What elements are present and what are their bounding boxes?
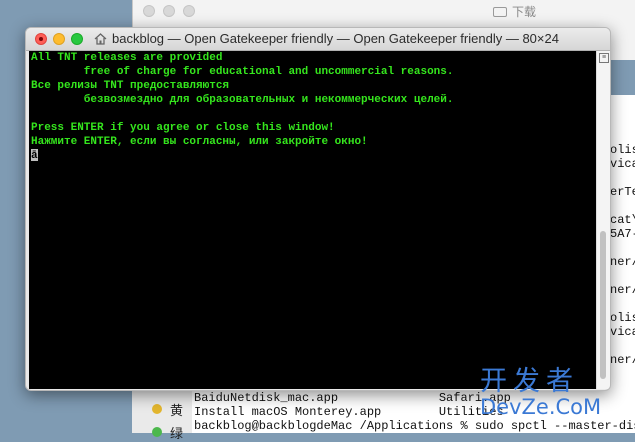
watermark-en: DevZe.CoM: [480, 395, 602, 419]
finder-sidebar: 黄 绿: [132, 385, 192, 441]
bg-fragment: olis: [610, 143, 635, 157]
bg-prompt-line: backblog@backblogdeMac /Applications % s…: [194, 419, 635, 433]
output-line: free of charge for educational and uncom…: [31, 66, 454, 78]
zoom-button[interactable]: [71, 33, 83, 45]
watermark-cn: 开发者: [480, 366, 579, 397]
green-tag-icon: [152, 427, 162, 437]
home-folder-icon: [94, 32, 107, 45]
finder-minimize-button[interactable]: [163, 5, 175, 17]
output-line: Press ENTER if you agree or close this w…: [31, 122, 335, 134]
yellow-tag-icon: [152, 404, 162, 414]
bg-fragment: erTe: [610, 185, 635, 199]
output-line: All TNT releases are provided: [31, 52, 223, 64]
window-title: backblog — Open Gatekeeper friendly — Op…: [94, 31, 559, 46]
bg-fragment: ner/: [610, 283, 635, 297]
bg-fragment: 5A7-: [610, 227, 635, 241]
scrollbar[interactable]: ≡: [596, 51, 610, 389]
finder-traffic-lights: [143, 5, 195, 17]
bg-fragment: ner/: [610, 255, 635, 269]
bg-line: BaiduNetdisk_mac.app Safari.app: [194, 391, 511, 405]
terminal-window: backblog — Open Gatekeeper friendly — Op…: [25, 27, 611, 391]
output-line: Нажмите ENTER, если вы согласны, или зак…: [31, 136, 368, 148]
minimize-button[interactable]: [53, 33, 65, 45]
scroll-thumb[interactable]: [600, 231, 606, 379]
watermark: 开发者 DevZe.CoM: [480, 366, 602, 419]
finder-title: 下载: [493, 3, 536, 20]
split-pane-icon[interactable]: ≡: [599, 53, 609, 63]
bg-fragment: olis: [610, 311, 635, 325]
bg-line: Install macOS Monterey.app Utilities: [194, 405, 504, 419]
terminal-output[interactable]: All TNT releases are provided free of ch…: [29, 51, 598, 389]
finder-close-button[interactable]: [143, 5, 155, 17]
close-button[interactable]: [35, 33, 47, 45]
cursor-char: ā: [31, 150, 38, 162]
output-line: Все релизы TNT предоставляются: [31, 80, 230, 92]
bg-fragment: vica: [610, 157, 635, 171]
terminal-titlebar[interactable]: backblog — Open Gatekeeper friendly — Op…: [26, 28, 610, 51]
output-line: безвозмездно для образовательных и неком…: [31, 94, 454, 106]
window-title-text: backblog — Open Gatekeeper friendly — Op…: [112, 31, 559, 46]
bg-fragment: vica: [610, 325, 635, 339]
finder-zoom-button[interactable]: [183, 5, 195, 17]
bg-fragment: ner/: [610, 353, 635, 367]
bg-fragment: cat\: [610, 213, 635, 227]
folder-icon: [493, 6, 507, 17]
tag-label[interactable]: 黄: [170, 400, 183, 419]
finder-title-text: 下载: [512, 5, 537, 19]
